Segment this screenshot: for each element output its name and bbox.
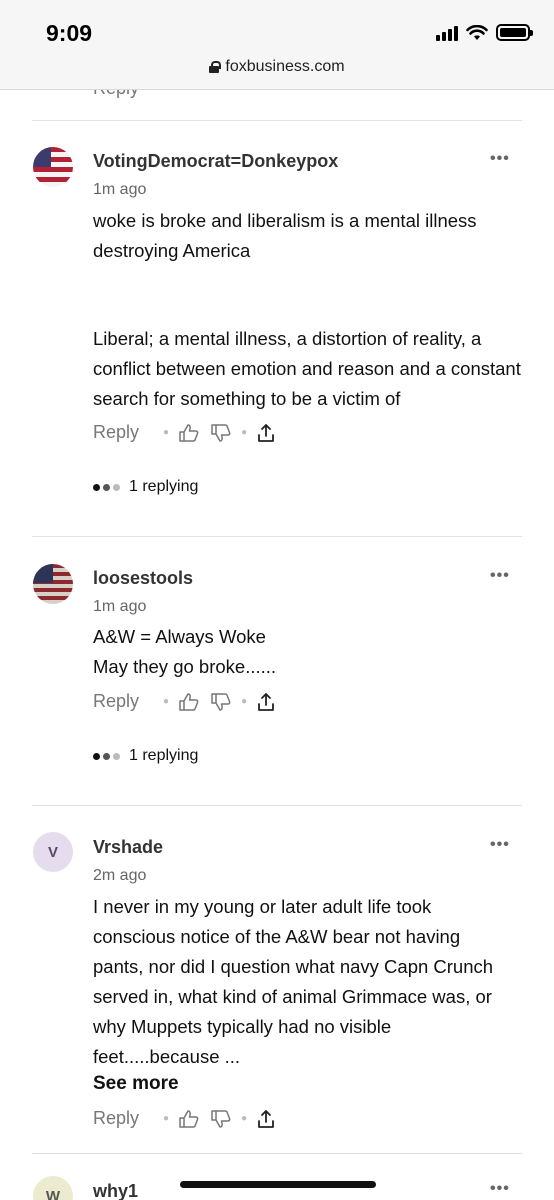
avatar[interactable]: V [33,832,73,872]
thumbs-up-icon[interactable] [179,692,199,711]
comment-actions: Reply ● ● [93,422,275,443]
reply-link[interactable]: Reply [93,691,139,712]
comment-timestamp: 1m ago [93,598,147,615]
share-icon[interactable] [257,1109,275,1129]
comment-divider [32,536,522,537]
ellipsis-icon[interactable]: ••• [490,836,510,854]
replying-text: 1 replying [129,747,199,764]
avatar[interactable]: W [33,1176,73,1200]
comment-paragraph: Liberal; a mental illness, a distortion … [93,328,521,409]
ellipsis-icon[interactable]: ••• [490,567,510,585]
comment-username[interactable]: VotingDemocrat=Donkeypox [93,151,338,172]
cellular-signal-icon [436,25,458,41]
thumbs-down-icon[interactable] [211,423,231,442]
comment-line: A&W = Always Woke [93,626,266,647]
reply-link[interactable]: Reply [93,422,139,443]
comment-body: A&W = Always Woke May they go broke.....… [93,622,523,682]
thumbs-up-icon[interactable] [179,423,199,442]
replying-indicator: 1 replying [93,478,198,496]
share-icon[interactable] [257,423,275,443]
home-indicator[interactable] [180,1181,376,1188]
comment-divider [32,120,522,121]
typing-dots-icon [93,483,120,491]
ellipsis-icon[interactable]: ••• [490,150,510,168]
status-time: 9:09 [46,20,93,46]
wifi-icon [466,24,488,40]
replying-text: 1 replying [129,478,199,495]
avatar[interactable] [33,564,73,604]
comment-divider [32,1153,522,1154]
comment-paragraph: woke is broke and liberalism is a mental… [93,210,477,261]
status-icons [436,24,533,41]
comment-username[interactable]: why1 [93,1181,138,1200]
thumbs-down-icon[interactable] [211,692,231,711]
typing-dots-icon [93,752,120,760]
lock-icon [209,61,222,73]
reply-link[interactable]: Reply [93,1108,139,1129]
comment-username[interactable]: Vrshade [93,837,163,858]
url-text: foxbusiness.com [225,58,345,75]
comment-actions: Reply ● ● [93,1108,275,1129]
comment-actions: Reply ● ● [93,691,275,712]
avatar[interactable] [33,147,73,187]
see-more-link[interactable]: See more [93,1073,179,1095]
comment-divider [32,805,522,806]
comment-timestamp: 2m ago [93,867,147,884]
thumbs-down-icon[interactable] [211,1109,231,1128]
battery-icon [496,24,533,41]
browser-header: 9:09 foxbusiness.com [0,0,554,90]
comment-timestamp: 1m ago [93,181,147,198]
comment-body: I never in my young or later adult life … [93,896,494,1067]
address-bar[interactable]: foxbusiness.com [0,58,554,76]
comment-body: woke is broke and liberalism is a mental… [93,206,523,414]
replying-indicator: 1 replying [93,747,198,765]
comment-username[interactable]: loosestools [93,568,193,589]
share-icon[interactable] [257,692,275,712]
ellipsis-icon[interactable]: ••• [490,1180,510,1198]
thumbs-up-icon[interactable] [179,1109,199,1128]
comment-line: May they go broke...... [93,656,277,677]
